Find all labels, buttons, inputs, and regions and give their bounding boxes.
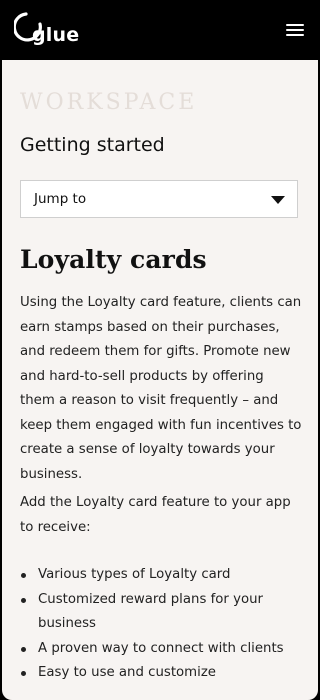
benefits-list: Various types of Loyalty card Customized… bbox=[20, 563, 302, 686]
benefits-intro: Add the Loyalty card feature to your app… bbox=[20, 495, 291, 535]
app-frame: glue WORKSPACE Getting started Jump to L… bbox=[0, 0, 320, 700]
caret-down-icon bbox=[271, 196, 285, 204]
section-title: Getting started bbox=[20, 134, 165, 156]
top-bar: glue bbox=[0, 0, 320, 60]
logo-text: glue bbox=[32, 24, 80, 46]
hamburger-menu-icon[interactable] bbox=[286, 22, 306, 38]
list-item: Customized reward plans for your busines… bbox=[20, 588, 302, 637]
page-title: Loyalty cards bbox=[20, 245, 207, 274]
jump-to-label: Jump to bbox=[34, 191, 87, 207]
list-item: Easy to use and customize bbox=[20, 661, 302, 686]
section-label: WORKSPACE bbox=[20, 90, 198, 115]
intro-paragraph: Using the Loyalty card feature, clients … bbox=[20, 295, 302, 482]
jump-to-select[interactable]: Jump to bbox=[20, 180, 298, 218]
content-panel: WORKSPACE Getting started Jump to Loyalt… bbox=[2, 60, 318, 700]
list-item: Various types of Loyalty card bbox=[20, 563, 302, 588]
list-item: A proven way to connect with clients bbox=[20, 637, 302, 662]
glue-logo[interactable]: glue bbox=[14, 10, 80, 52]
